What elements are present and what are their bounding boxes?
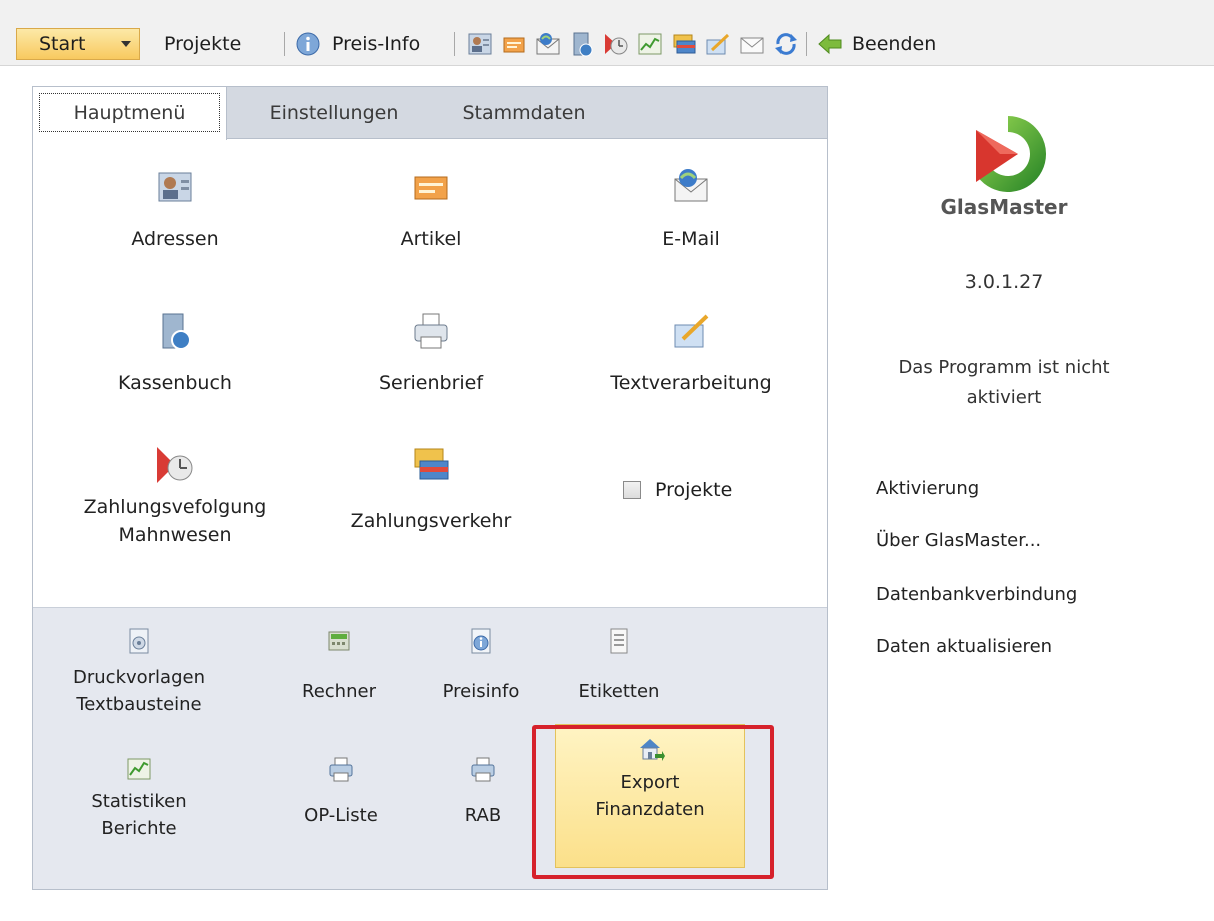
tile-label-line2: Textbausteine: [76, 694, 202, 715]
tile-druckvorlagen[interactable]: Druckvorlagen Textbausteine: [59, 626, 219, 718]
link-update-data[interactable]: Daten aktualisieren: [876, 634, 1052, 660]
link-about[interactable]: Über GlasMaster...: [876, 528, 1041, 554]
tile-kassenbuch[interactable]: Kassenbuch: [65, 309, 285, 397]
tile-label: Artikel: [400, 228, 462, 250]
printer-icon: [409, 309, 453, 353]
link-database-connection[interactable]: Datenbankverbindung: [876, 582, 1077, 608]
projects-button[interactable]: Projekte: [164, 28, 241, 60]
checkbox-box[interactable]: [623, 481, 641, 499]
payment-transfer-icon: [409, 443, 453, 487]
tile-label: Serienbrief: [378, 372, 484, 394]
tile-label-line1: Zahlungsvefolgung: [83, 496, 267, 518]
tile-zahlungsverfolgung[interactable]: Zahlungsvefolgung Mahnwesen: [65, 443, 285, 549]
tile-statistiken[interactable]: Statistiken Berichte: [79, 754, 199, 842]
statistics-icon[interactable]: [636, 30, 664, 58]
exit-button[interactable]: Beenden: [852, 28, 936, 60]
version-number: 3.0.1.27: [964, 271, 1044, 293]
tile-label: Kassenbuch: [118, 372, 232, 394]
tab-einstellungen[interactable]: Einstellungen: [259, 87, 409, 139]
toolbar-separator: [454, 32, 455, 56]
tile-label-line2: Berichte: [101, 818, 177, 839]
tile-email[interactable]: E-Mail: [581, 165, 801, 253]
payment-tracking-icon: [153, 443, 197, 487]
tab-stammdaten[interactable]: Stammdaten: [449, 87, 599, 139]
info-panel: GlasMaster 3.0.1.27 Das Programm ist nic…: [850, 96, 1214, 716]
toolbar-separator: [284, 32, 285, 56]
tile-etiketten[interactable]: Etiketten: [557, 626, 681, 705]
info-icon[interactable]: [294, 30, 322, 58]
refresh-icon[interactable]: [772, 30, 800, 58]
tile-label: Rechner: [302, 681, 376, 702]
address-book-icon: [153, 165, 197, 209]
text-editor-icon[interactable]: [704, 30, 732, 58]
highlight-annotation: [532, 725, 774, 879]
statistics-icon: [124, 754, 154, 784]
tile-label-line1: Druckvorlagen: [73, 667, 205, 688]
calculator-icon: [324, 626, 354, 656]
tile-preisinfo[interactable]: Preisinfo: [423, 626, 539, 705]
focus-rectangle: [39, 93, 220, 132]
activation-status-line2: aktiviert: [966, 387, 1042, 408]
mail-outline-icon[interactable]: [738, 30, 766, 58]
printer-icon: [468, 754, 498, 784]
tab-strip: Hauptmenü Einstellungen Stammdaten: [33, 87, 827, 140]
tile-label: E-Mail: [662, 228, 720, 250]
cashbook-icon[interactable]: [568, 30, 596, 58]
tile-op-liste[interactable]: OP-Liste: [283, 754, 399, 829]
printer-icon: [326, 754, 356, 784]
tab-hauptmenu[interactable]: Hauptmenü: [33, 87, 227, 140]
tile-label: Etiketten: [578, 681, 660, 702]
tile-artikel[interactable]: Artikel: [321, 165, 541, 253]
email-icon: [669, 165, 713, 209]
article-icon: [409, 165, 453, 209]
tile-label: OP-Liste: [304, 805, 378, 826]
info-icon: [466, 626, 496, 656]
preisinfo-button[interactable]: Preis-Info: [332, 28, 420, 60]
tile-label-line1: Statistiken: [91, 791, 187, 812]
app-name: GlasMaster: [940, 195, 1068, 219]
tile-label: RAB: [464, 805, 502, 826]
email-icon[interactable]: [534, 30, 562, 58]
payment-tracking-icon[interactable]: [602, 30, 630, 58]
toolbar-separator: [806, 32, 807, 56]
link-aktivierung[interactable]: Aktivierung: [876, 476, 979, 502]
toolbar: Start Projekte Preis-Info Beenden: [0, 0, 1214, 66]
article-icon[interactable]: [500, 30, 528, 58]
tile-zahlungsverkehr[interactable]: Zahlungsverkehr: [321, 443, 541, 535]
tile-adressen[interactable]: Adressen: [65, 165, 285, 253]
tile-label-line2: Mahnwesen: [118, 524, 232, 546]
tile-serienbrief[interactable]: Serienbrief: [321, 309, 541, 397]
text-editor-icon: [669, 309, 713, 353]
cashbook-icon: [153, 309, 197, 353]
glasmaster-logo-icon: [970, 116, 1046, 192]
tile-rab[interactable]: RAB: [425, 754, 541, 829]
document-icon: [604, 626, 634, 656]
checkbox-label: Projekte: [655, 479, 733, 501]
tile-textverarbeitung[interactable]: Textverarbeitung: [581, 309, 801, 397]
chevron-down-icon: [121, 41, 131, 47]
payment-transfer-icon[interactable]: [670, 30, 698, 58]
tile-label: Adressen: [131, 228, 219, 250]
start-label: Start: [39, 33, 86, 55]
template-icon: [124, 626, 154, 656]
tile-label: Preisinfo: [442, 681, 520, 702]
exit-arrow-icon[interactable]: [816, 30, 844, 58]
address-book-icon[interactable]: [466, 30, 494, 58]
tile-label: Textverarbeitung: [610, 372, 772, 394]
tile-rechner[interactable]: Rechner: [281, 626, 397, 705]
activation-status-line1: Das Programm ist nicht: [898, 357, 1110, 378]
start-menu-button[interactable]: Start: [16, 28, 140, 60]
tile-label: Zahlungsverkehr: [350, 510, 512, 532]
